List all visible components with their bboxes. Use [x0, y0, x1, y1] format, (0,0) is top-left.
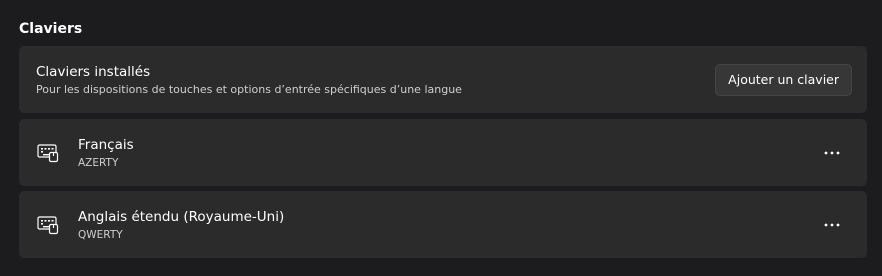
more-options-button[interactable]: [819, 213, 845, 237]
installed-keyboards-description: Pour les dispositions de touches et opti…: [36, 83, 462, 96]
add-keyboard-button[interactable]: Ajouter un clavier: [715, 64, 852, 96]
more-options-icon: [824, 151, 840, 155]
keyboard-icon: [37, 215, 59, 235]
more-options-icon: [824, 223, 840, 227]
keyboard-name: Français: [78, 137, 134, 153]
keyboard-layout: QWERTY: [78, 229, 123, 241]
keyboard-icon: [37, 143, 59, 163]
installed-keyboards-card: Claviers installés Pour les dispositions…: [19, 46, 867, 113]
installed-keyboards-title: Claviers installés: [36, 64, 151, 80]
more-options-button[interactable]: [819, 141, 845, 165]
keyboard-name: Anglais étendu (Royaume-Uni): [78, 209, 285, 225]
keyboards-settings-page: Claviers Claviers installés Pour les dis…: [0, 0, 882, 276]
keyboard-layout: AZERTY: [78, 157, 119, 169]
section-title: Claviers: [19, 21, 83, 37]
keyboard-row-anglais[interactable]: Anglais étendu (Royaume-Uni) QWERTY: [19, 191, 867, 258]
keyboard-row-francais[interactable]: Français AZERTY: [19, 119, 867, 186]
